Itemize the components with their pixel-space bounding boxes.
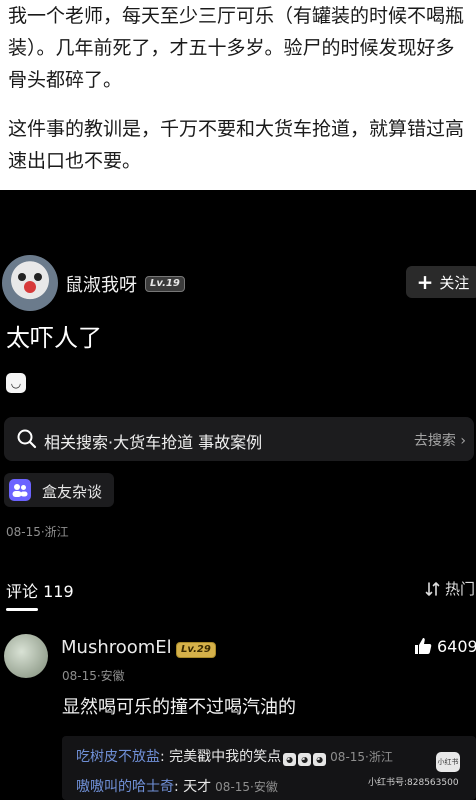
article-block: 我一个老师，每天至少三厅可乐（有罐装的时候不喝瓶装）。几年前死了，才五十多岁。验…: [0, 0, 476, 190]
active-tab-indicator: [6, 608, 38, 611]
plus-icon: +: [416, 270, 434, 294]
sort-hot-button[interactable]: 热门: [425, 578, 475, 599]
xiaohongshu-logo: 小红书: [436, 752, 460, 772]
like-count: 6409: [437, 636, 476, 656]
article-paragraph-1: 我一个老师，每天至少三厅可乐（有罐装的时候不喝瓶装）。几年前死了，才五十多岁。验…: [8, 5, 465, 91]
post-author-avatar[interactable]: [2, 255, 58, 311]
smile-emoji-icon: ◡: [6, 373, 26, 393]
chevron-right-icon: ›: [460, 433, 466, 449]
post-date-location: 08-15·浙江: [6, 525, 69, 539]
reply-text: : 完美戳中我的笑点: [160, 749, 282, 765]
post-text: 太吓人了: [6, 324, 102, 352]
laugh-emoji-icon: ◕: [313, 753, 327, 766]
channel-label: 盒友杂谈: [42, 483, 103, 501]
comment-date-location: 08-15·安徽: [62, 669, 125, 683]
reply-author[interactable]: 嗷嗷叫的哈士奇: [76, 779, 174, 795]
laugh-emoji-icon: ◕: [298, 753, 312, 766]
related-search-bar[interactable]: 相关搜索·大货车抢道 事故案例 去搜索 ›: [4, 417, 474, 461]
thumbs-up-icon: [415, 638, 432, 654]
like-button[interactable]: 6409: [413, 636, 476, 656]
reply-text: : 天才: [174, 779, 212, 795]
follow-label: 关注: [439, 273, 470, 292]
comment-text: 显然喝可乐的撞不过喝汽油的: [62, 697, 296, 718]
channel-chip[interactable]: 盒友杂谈: [4, 473, 114, 507]
post-author-name[interactable]: 鼠淑我呀: [65, 271, 137, 297]
group-icon: [9, 479, 31, 501]
comments-tab[interactable]: 评论 119: [6, 578, 74, 602]
watermark-text: 小红书号:828563500: [368, 778, 459, 788]
commenter-name[interactable]: MushroomEl: [61, 637, 172, 658]
commenter-avatar[interactable]: [4, 634, 48, 678]
follow-button[interactable]: + 关注: [406, 266, 476, 298]
reply-time: 08-15·浙江: [330, 750, 393, 764]
avatar-nose: [24, 281, 36, 293]
related-search-label: 相关搜索·大货车抢道 事故案例: [44, 433, 263, 452]
reply-time: 08-15·安徽: [215, 780, 278, 794]
avatar-eye-left: [18, 273, 26, 281]
sort-label: 热门: [445, 580, 476, 598]
sort-icon: [425, 581, 440, 596]
reply-item[interactable]: 吃树皮不放盐: 完美戳中我的笑点 ◕ ◕ ◕ 08-15·浙江: [76, 746, 393, 766]
commenter-level-badge: Lv.29: [176, 642, 216, 658]
laugh-emoji-icon: ◕: [283, 753, 297, 766]
reply-author[interactable]: 吃树皮不放盐: [76, 749, 160, 765]
go-search-link[interactable]: 去搜索 ›: [414, 430, 466, 450]
post-author-level-badge: Lv.19: [145, 276, 185, 292]
avatar-eye-right: [34, 273, 42, 281]
search-icon: [17, 429, 37, 449]
go-search-label: 去搜索: [413, 433, 456, 449]
replies-box[interactable]: 吃树皮不放盐: 完美戳中我的笑点 ◕ ◕ ◕ 08-15·浙江 嗷嗷叫的哈士奇: 天才 0…: [62, 736, 476, 800]
reply-item[interactable]: 嗷嗷叫的哈士奇: 天才 08-15·安徽: [76, 776, 278, 796]
article-paragraph-2: 这件事的教训是，千万不要和大货车抢道，就算错过高速出口也不要。: [8, 118, 465, 172]
